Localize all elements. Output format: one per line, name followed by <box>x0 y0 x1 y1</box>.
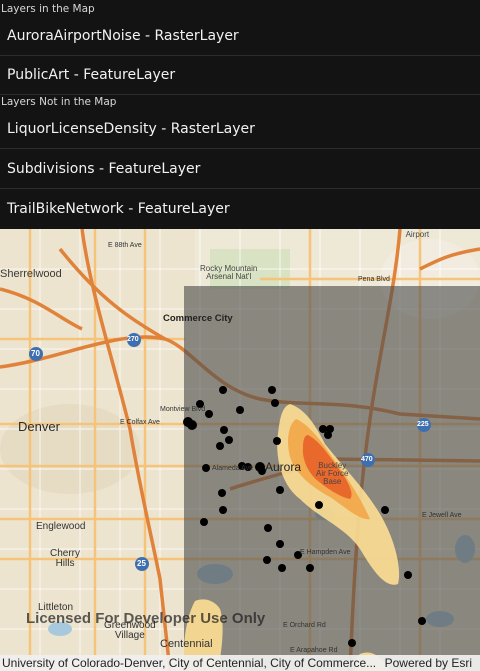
interstate-470-icon: 470 <box>361 456 373 463</box>
map-label-orchard-rd: E Orchard Rd <box>283 622 326 629</box>
section-header-in-map: Layers in the Map <box>1 3 95 15</box>
map-label-englewood: Englewood <box>36 521 86 532</box>
map-label-arapahoe-rd: E Arapahoe Rd <box>290 647 338 654</box>
map-label-buckley-afb: Buckley Air Force Base <box>316 461 349 486</box>
map-label-denver-intl-airport: Denver Intl Airport <box>398 229 437 239</box>
map-label-denver: Denver <box>18 419 60 434</box>
map-label-hampden-ave: E Hampden Ave <box>300 549 351 556</box>
map-label-alameda-ave: Alameda Ave <box>212 465 254 472</box>
map-view[interactable]: Sherrelwood Denver Commerce City Aurora … <box>0 229 480 671</box>
map-label-aurora: Aurora <box>265 460 302 474</box>
interstate-70-icon: 70 <box>31 349 40 358</box>
layer-item-public-art[interactable]: PublicArt - FeatureLayer <box>0 56 480 95</box>
interstate-270-icon: 270 <box>127 336 139 343</box>
map-label-montview-blvd: Montview Blvd <box>160 406 206 413</box>
layer-item-aurora-airport-noise[interactable]: AuroraAirportNoise - RasterLayer <box>0 16 480 56</box>
attribution-text[interactable]: University of Colorado-Denver, City of C… <box>2 656 376 670</box>
layer-item-liquor-license-density[interactable]: LiquorLicenseDensity - RasterLayer <box>0 109 480 149</box>
map-label-sherrelwood: Sherrelwood <box>0 268 62 280</box>
map-label-jewell-ave: E Jewell Ave <box>422 512 462 519</box>
map-label-colfax-ave: E Colfax Ave <box>120 419 160 426</box>
layer-item-subdivisions[interactable]: Subdivisions - FeatureLayer <box>0 149 480 189</box>
powered-by-esri: Powered by Esri <box>384 656 472 670</box>
layer-item-trail-bike-network[interactable]: TrailBikeNetwork - FeatureLayer <box>0 189 480 229</box>
developer-watermark: Licensed For Developer Use Only <box>26 610 266 627</box>
map-label-88th-ave: E 88th Ave <box>108 242 142 249</box>
layer-list-panel: Layers in the Map AuroraAirportNoise - R… <box>0 0 480 229</box>
map-label-commerce-city: Commerce City <box>163 313 233 324</box>
map-label-cherry-hills: Cherry Hills <box>50 548 81 569</box>
map-label-rocky-mountain-arsenal: Rocky Mountain Arsenal Nat'l <box>200 264 258 281</box>
attribution-bar[interactable]: University of Colorado-Denver, City of C… <box>0 655 480 671</box>
map-label-pena-blvd: Pena Blvd <box>358 276 390 283</box>
section-header-not-in-map: Layers Not in the Map <box>1 96 117 108</box>
interstate-225-icon: 225 <box>417 421 429 428</box>
map-label-centennial: Centennial <box>160 638 213 650</box>
interstate-25-icon: 25 <box>137 559 146 568</box>
